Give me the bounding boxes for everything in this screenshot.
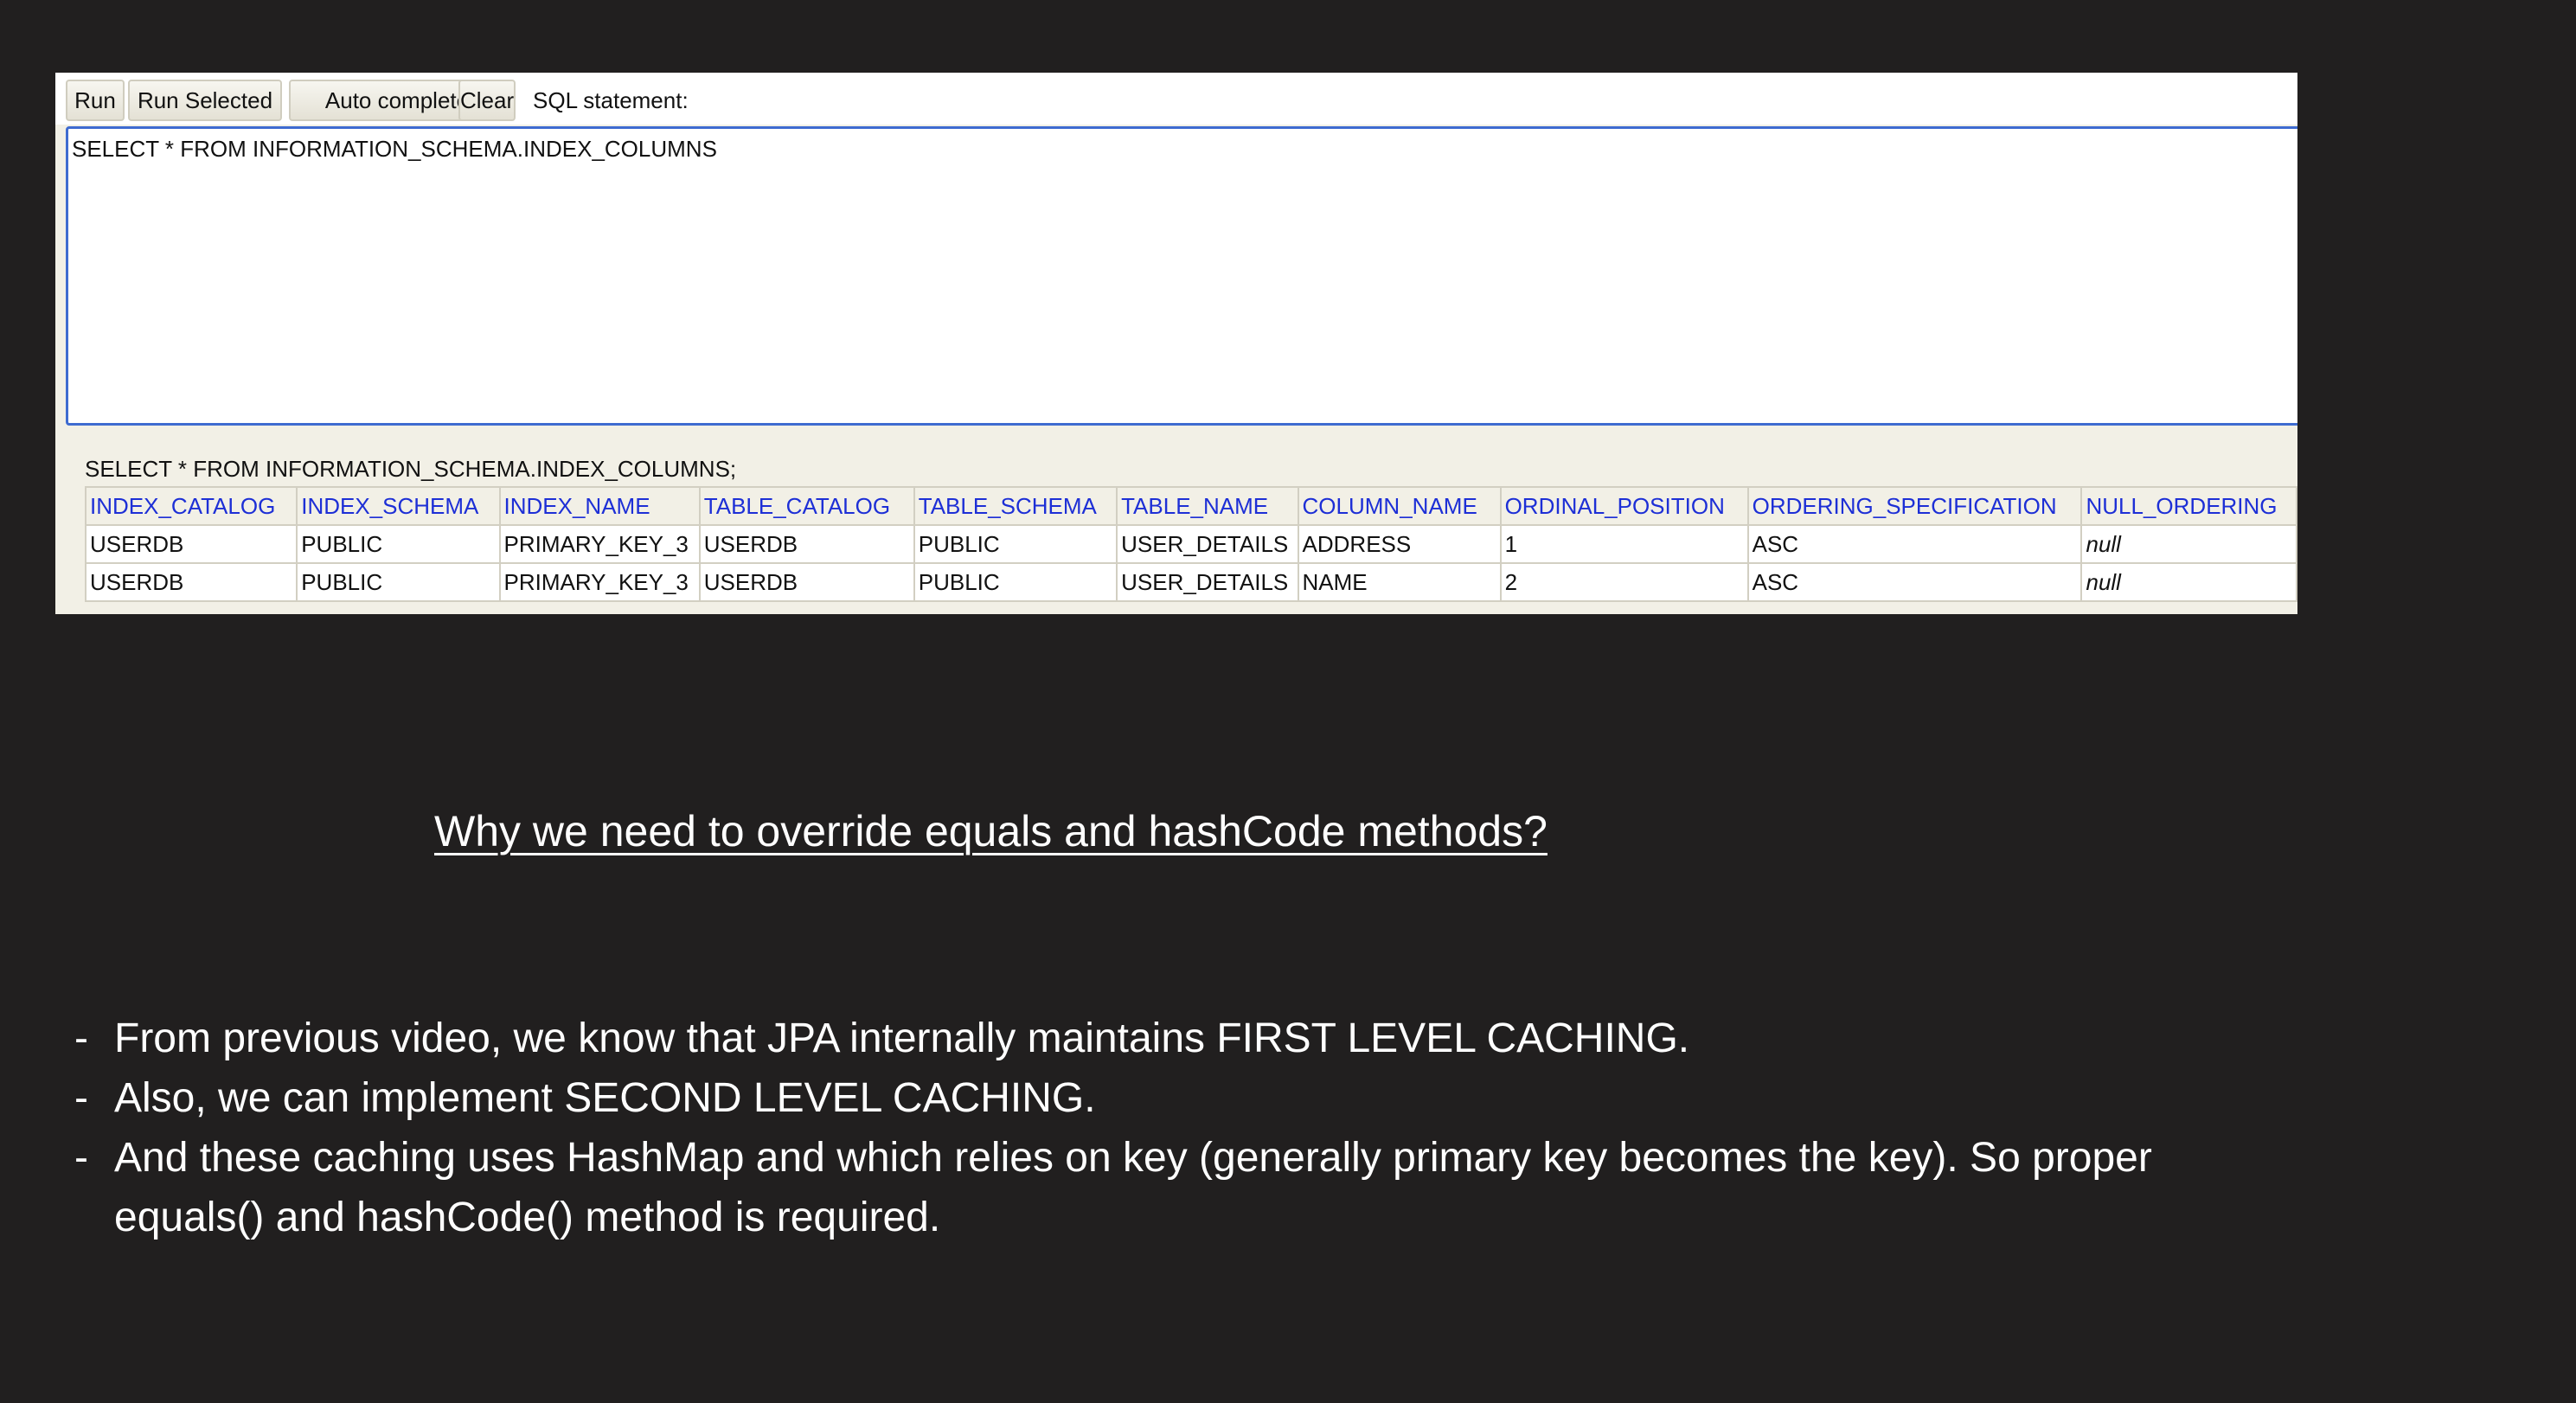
clear-button[interactable]: Clear: [458, 80, 516, 121]
bullet-text: Also, we can implement SECOND LEVEL CACH…: [114, 1075, 1096, 1121]
executed-sql-text: SELECT * FROM INFORMATION_SCHEMA.INDEX_C…: [85, 456, 737, 482]
table-row: USERDB PUBLIC PRIMARY_KEY_3 USERDB PUBLI…: [84, 524, 2297, 564]
table-cell: null: [2080, 562, 2297, 602]
table-cell: PRIMARY_KEY_3: [498, 562, 701, 602]
table-cell: PUBLIC: [296, 562, 501, 602]
table-cell: PUBLIC: [296, 524, 501, 564]
table-cell: PUBLIC: [913, 524, 1118, 564]
table-cell: 1: [1499, 524, 1749, 564]
sql-statement-label: SQL statement:: [533, 87, 689, 113]
column-header[interactable]: TABLE_CATALOG: [698, 486, 915, 526]
table-cell: PRIMARY_KEY_3: [498, 524, 701, 564]
column-header[interactable]: TABLE_SCHEMA: [913, 486, 1118, 526]
column-header[interactable]: TABLE_NAME: [1116, 486, 1299, 526]
h2-console-panel: Run Run Selected Auto complete Clear SQL…: [55, 73, 2297, 614]
bullet-text: And these caching uses HashMap and which…: [114, 1135, 2152, 1240]
bullet-marker: -: [74, 1015, 88, 1061]
bullet-list: - From previous video, we know that JPA …: [71, 1009, 2285, 1247]
table-cell: USERDB: [84, 562, 298, 602]
table-cell: ADDRESS: [1297, 524, 1502, 564]
column-header[interactable]: INDEX_NAME: [498, 486, 701, 526]
list-item: - From previous video, we know that JPA …: [71, 1009, 2285, 1068]
table-cell: NAME: [1297, 562, 1502, 602]
column-header[interactable]: INDEX_SCHEMA: [296, 486, 501, 526]
column-header[interactable]: INDEX_CATALOG: [84, 486, 298, 526]
sql-editor-input[interactable]: SELECT * FROM INFORMATION_SCHEMA.INDEX_C…: [66, 126, 2297, 426]
table-row: USERDB PUBLIC PRIMARY_KEY_3 USERDB PUBLI…: [84, 562, 2297, 602]
list-item: - And these caching uses HashMap and whi…: [71, 1128, 2285, 1247]
column-header[interactable]: ORDINAL_POSITION: [1499, 486, 1749, 526]
run-button[interactable]: Run: [66, 80, 125, 121]
table-cell: null: [2080, 524, 2297, 564]
table-cell: USERDB: [698, 524, 915, 564]
column-header[interactable]: NULL_ORDERING: [2080, 486, 2297, 526]
table-cell: USERDB: [698, 562, 915, 602]
table-cell: PUBLIC: [913, 562, 1118, 602]
table-cell: USERDB: [84, 524, 298, 564]
bullet-marker: -: [74, 1075, 88, 1121]
slide-heading: Why we need to override equals and hashC…: [434, 807, 1548, 855]
table-cell: ASC: [1746, 524, 2083, 564]
table-cell: USER_DETAILS: [1116, 524, 1299, 564]
table-cell: 2: [1499, 562, 1749, 602]
column-header[interactable]: COLUMN_NAME: [1297, 486, 1502, 526]
run-selected-button[interactable]: Run Selected: [128, 80, 282, 121]
result-table: INDEX_CATALOG INDEX_SCHEMA INDEX_NAME TA…: [84, 486, 2297, 602]
toolbar: Run Run Selected Auto complete Clear SQL…: [55, 73, 2297, 125]
table-cell: USER_DETAILS: [1116, 562, 1299, 602]
bullet-marker: -: [74, 1135, 88, 1181]
table-header-row: INDEX_CATALOG INDEX_SCHEMA INDEX_NAME TA…: [84, 486, 2297, 526]
list-item: - Also, we can implement SECOND LEVEL CA…: [71, 1068, 2285, 1128]
table-cell: ASC: [1746, 562, 2083, 602]
bullet-text: From previous video, we know that JPA in…: [114, 1015, 1690, 1061]
column-header[interactable]: ORDERING_SPECIFICATION: [1746, 486, 2083, 526]
